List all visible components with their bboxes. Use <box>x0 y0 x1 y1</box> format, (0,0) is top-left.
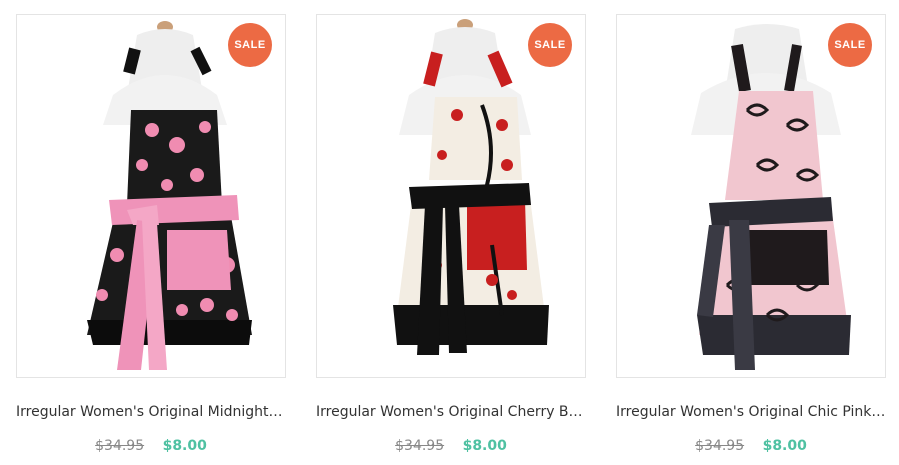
product-card[interactable]: SALE Irregular Women's Original Chic Pin… <box>616 14 886 454</box>
product-title[interactable]: Irregular Women's Original Chic Pink A..… <box>616 404 886 420</box>
original-price: $34.95 <box>395 438 445 454</box>
sale-price: $8.00 <box>462 438 507 454</box>
sale-badge-label: SALE <box>528 23 572 67</box>
sale-price: $8.00 <box>762 438 807 454</box>
product-prices: $34.95 $8.00 <box>316 438 586 454</box>
sale-badge: SALE <box>225 20 275 70</box>
product-prices: $34.95 $8.00 <box>616 438 886 454</box>
product-image-link[interactable]: SALE <box>16 14 286 378</box>
product-image-link[interactable]: SALE <box>316 14 586 378</box>
product-title[interactable]: Irregular Women's Original Midnight Bl..… <box>16 404 286 420</box>
original-price: $34.95 <box>95 438 145 454</box>
product-grid: SALE Irregular Women's Original Midnight… <box>0 0 899 465</box>
original-price: $34.95 <box>695 438 745 454</box>
product-card[interactable]: SALE Irregular Women's Original Midnight… <box>16 14 286 454</box>
product-prices: $34.95 $8.00 <box>16 438 286 454</box>
product-card[interactable]: SALE Irregular Women's Original Cherry B… <box>316 14 586 454</box>
product-image-link[interactable]: SALE <box>616 14 886 378</box>
product-title[interactable]: Irregular Women's Original Cherry Blos..… <box>316 404 586 420</box>
sale-price: $8.00 <box>162 438 207 454</box>
sale-badge-label: SALE <box>828 23 872 67</box>
sale-badge: SALE <box>825 20 875 70</box>
sale-badge-label: SALE <box>228 23 272 67</box>
sale-badge: SALE <box>525 20 575 70</box>
